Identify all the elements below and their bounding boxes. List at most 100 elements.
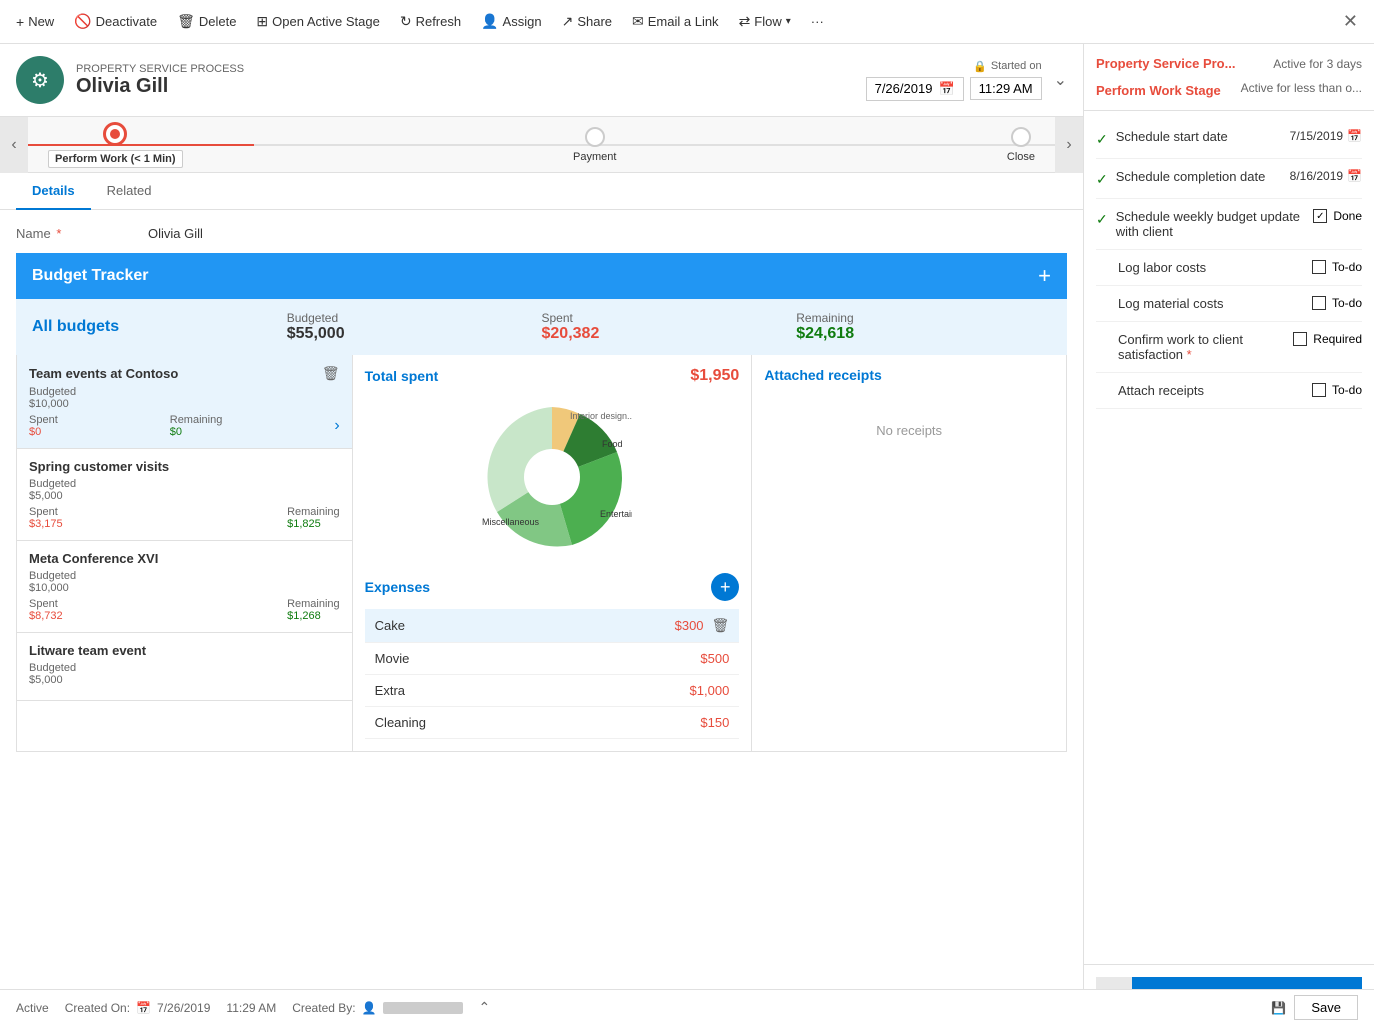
save-area: 💾 Save — [1271, 995, 1358, 1020]
stage-prev-button[interactable]: ‹ — [0, 117, 28, 173]
budget-header: Budget Tracker + — [16, 253, 1067, 299]
stage-bar: ‹ Perform Work (< 1 Min) Payment — [0, 117, 1083, 173]
budget-item-delete-0[interactable]: 🗑 — [322, 365, 340, 382]
checkbox-3[interactable] — [1312, 260, 1326, 274]
summary-remaining: Remaining $24,618 — [796, 311, 1051, 343]
right-panel-active: Active for 3 days — [1273, 57, 1362, 71]
checkbox-2[interactable]: ✓ — [1313, 209, 1327, 223]
expenses-header: Expenses + — [365, 573, 740, 601]
expense-delete-0[interactable]: 🗑 — [712, 617, 730, 634]
checklist-status-6: To-do — [1312, 383, 1362, 397]
budget-summary: All budgets Budgeted $55,000 Spent $20,3… — [16, 299, 1067, 355]
avatar: ⚙ — [16, 56, 64, 104]
budget-content: Team events at Contoso 🗑 Budgeted $10,00… — [16, 355, 1067, 752]
name-value: Olivia Gill — [148, 226, 203, 241]
save-disk-icon: 💾 — [1271, 1001, 1286, 1015]
budget-list-item-3[interactable]: Litware team event Budgeted $5,000 — [17, 633, 352, 701]
expense-row-2[interactable]: Extra $1,000 — [365, 675, 740, 707]
email-link-button[interactable]: ✉ Email a Link — [624, 9, 727, 34]
right-stage-title[interactable]: Perform Work Stage — [1096, 83, 1221, 98]
expense-row-3[interactable]: Cleaning $150 — [365, 707, 740, 739]
name-required: * — [56, 226, 61, 241]
deactivate-button[interactable]: 🚫 Deactivate — [66, 9, 165, 34]
tab-details[interactable]: Details — [16, 173, 91, 210]
form-area: Name * Olivia Gill Budget Tracker + All … — [0, 210, 1083, 768]
budget-item-spent-1: Spent $3,175 — [29, 506, 63, 530]
budget-tracker: Budget Tracker + All budgets Budgeted $5… — [16, 253, 1067, 752]
budget-item-budgeted-0: Budgeted $10,000 — [29, 386, 340, 410]
save-button[interactable]: Save — [1294, 995, 1358, 1020]
share-button[interactable]: ↗ Share — [554, 9, 620, 34]
started-time-field[interactable]: 11:29 AM — [970, 77, 1042, 100]
status-bar: Active Created On: 📅 7/26/2019 11:29 AM … — [0, 989, 1374, 1025]
delete-button[interactable]: 🗑 Delete — [169, 9, 244, 34]
open-active-stage-button[interactable]: ⊞ Open Active Stage — [248, 9, 387, 34]
stage-item-0[interactable]: Perform Work (< 1 Min) — [48, 122, 183, 168]
svg-text:Interior design...: Interior design... — [570, 411, 632, 421]
process-label: PROPERTY SERVICE PROCESS — [76, 63, 854, 75]
checklist-item-2: ✓ Schedule weekly budget update with cli… — [1096, 199, 1362, 250]
budget-item-spent-0: Spent $0 — [29, 414, 58, 438]
budget-list-item-1[interactable]: Spring customer visits Budgeted $5,000 S… — [17, 449, 352, 541]
right-panel: Property Service Pro... Active for 3 day… — [1084, 44, 1374, 1025]
header-chevron-icon[interactable]: ⌄ — [1054, 70, 1067, 90]
refresh-button[interactable]: ↻ Refresh — [392, 9, 469, 34]
tabs: Details Related — [0, 173, 1083, 210]
pie-chart: Interior design... Food Entertainment Mi… — [472, 397, 632, 557]
budget-add-button[interactable]: + — [1038, 265, 1051, 287]
budget-detail: Total spent $1,950 — [353, 355, 752, 751]
svg-text:Entertainment: Entertainment — [600, 509, 632, 519]
checkbox-6[interactable] — [1312, 383, 1326, 397]
checkbox-5[interactable] — [1293, 332, 1307, 346]
checklist-item-6: Attach receipts To-do — [1096, 373, 1362, 409]
email-icon: ✉ — [632, 13, 644, 30]
status-created-on-time: 11:29 AM — [226, 1001, 276, 1015]
pie-chart-container: Interior design... Food Entertainment Mi… — [365, 397, 740, 557]
checklist-item-4: Log material costs To-do — [1096, 286, 1362, 322]
summary-spent: Spent $20,382 — [542, 311, 797, 343]
new-icon: + — [16, 14, 24, 30]
expense-row-1[interactable]: Movie $500 — [365, 643, 740, 675]
budget-list-item-2[interactable]: Meta Conference XVI Budgeted $10,000 Spe… — [17, 541, 352, 633]
new-button[interactable]: + New — [8, 10, 62, 34]
name-field-row: Name * Olivia Gill — [16, 226, 1067, 241]
assign-button[interactable]: 👤 Assign — [473, 9, 549, 34]
flow-button[interactable]: ⇄ Flow ▾ — [731, 9, 799, 34]
status-chevron-up-button[interactable]: ⌃ — [479, 999, 491, 1016]
delete-icon: 🗑 — [177, 13, 195, 30]
stage-item-1[interactable]: Payment — [573, 127, 616, 163]
started-date-field[interactable]: 7/26/2019 📅 — [866, 77, 964, 101]
calendar-icon: 📅 — [938, 81, 954, 97]
summary-budgeted: Budgeted $55,000 — [287, 311, 542, 343]
budget-item-remaining-1: Remaining $1,825 — [287, 506, 340, 530]
stages-container: Perform Work (< 1 Min) Payment Close — [28, 117, 1055, 173]
deactivate-icon: 🚫 — [74, 13, 91, 30]
checklist-date-1[interactable]: 8/16/2019 📅 — [1290, 169, 1362, 183]
checkbox-4[interactable] — [1312, 296, 1326, 310]
tab-related[interactable]: Related — [91, 173, 168, 210]
record-header: ⚙ PROPERTY SERVICE PROCESS Olivia Gill 🔒… — [0, 44, 1083, 117]
record-started: 🔒 Started on 7/26/2019 📅 11:29 AM — [866, 60, 1042, 101]
expense-row-0[interactable]: Cake $300 🗑 — [365, 609, 740, 643]
checklist-date-0[interactable]: 7/15/2019 📅 — [1290, 129, 1362, 143]
status-active: Active — [16, 1001, 49, 1015]
toolbar: + New 🚫 Deactivate 🗑 Delete ⊞ Open Activ… — [0, 0, 1374, 44]
close-button[interactable]: ✕ — [1335, 7, 1366, 36]
stage-item-2[interactable]: Close — [1007, 127, 1035, 163]
stage-circle-0 — [103, 122, 127, 146]
budget-list: Team events at Contoso 🗑 Budgeted $10,00… — [17, 355, 353, 751]
calendar-icon-status: 📅 — [136, 1001, 151, 1015]
stage-next-button[interactable]: › — [1055, 117, 1083, 173]
expense-add-button[interactable]: + — [711, 573, 739, 601]
open-active-stage-icon: ⊞ — [256, 13, 268, 30]
right-panel-title[interactable]: Property Service Pro... — [1096, 56, 1235, 71]
budget-item-nav-0[interactable]: › — [334, 417, 339, 435]
budget-list-item-0[interactable]: Team events at Contoso 🗑 Budgeted $10,00… — [17, 355, 352, 449]
left-panel: ⚙ PROPERTY SERVICE PROCESS Olivia Gill 🔒… — [0, 44, 1084, 1025]
more-button[interactable]: ··· — [803, 10, 832, 33]
calendar-icon-0: 📅 — [1347, 129, 1362, 143]
checklist: ✓ Schedule start date 7/15/2019 📅 ✓ Sche… — [1084, 111, 1374, 417]
svg-text:Food: Food — [602, 439, 623, 449]
stage-label-0: Perform Work (< 1 Min) — [48, 150, 183, 168]
svg-text:Miscellaneous: Miscellaneous — [482, 517, 540, 527]
